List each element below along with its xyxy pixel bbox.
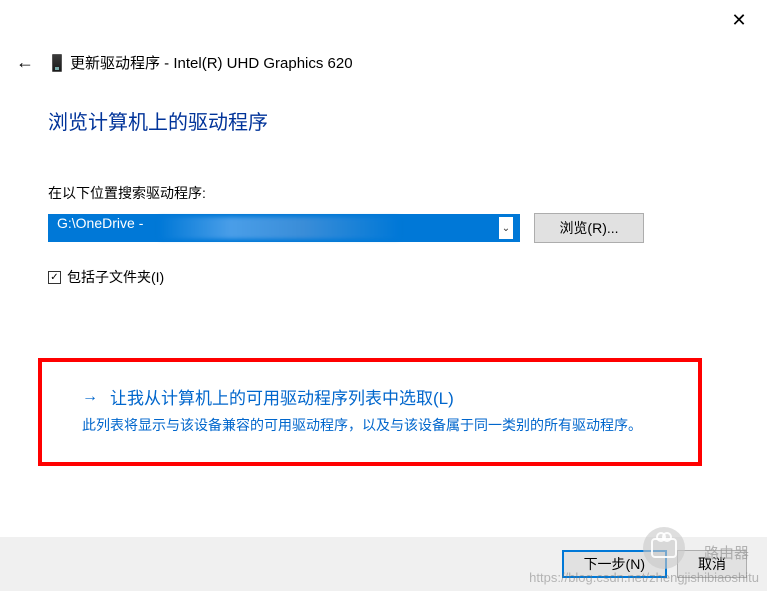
option-title: 让我从计算机上的可用驱动程序列表中选取(L) <box>110 384 454 409</box>
next-button[interactable]: 下一步(N) <box>562 550 667 578</box>
redacted-overlay <box>159 217 399 239</box>
dialog-header: ← 更新驱动程序 - Intel(R) UHD Graphics 620 <box>12 48 353 77</box>
title-prefix: 更新驱动程序 - <box>70 55 173 72</box>
page-heading: 浏览计算机上的驱动程序 <box>48 106 727 135</box>
search-row: G:\OneDrive - ⌄ 浏览(R)... <box>48 213 727 243</box>
close-icon: ✕ <box>731 10 746 31</box>
chevron-down-icon[interactable]: ⌄ <box>499 217 513 239</box>
dialog-content: 浏览计算机上的驱动程序 在以下位置搜索驱动程序: G:\OneDrive - ⌄… <box>48 106 727 287</box>
back-arrow-icon: ← <box>16 52 34 72</box>
path-combobox[interactable]: G:\OneDrive - ⌄ <box>48 214 520 242</box>
device-name: Intel(R) UHD Graphics 620 <box>173 55 352 72</box>
arrow-right-icon: → <box>82 388 98 406</box>
include-subfolders-label: 包括子文件夹(I) <box>67 267 164 287</box>
back-button[interactable]: ← <box>12 48 38 77</box>
option-description: 此列表将显示与该设备兼容的可用驱动程序，以及与该设备属于同一类别的所有驱动程序。 <box>82 415 658 436</box>
cancel-button[interactable]: 取消 <box>677 550 747 578</box>
dialog-title: 更新驱动程序 - Intel(R) UHD Graphics 620 <box>70 52 353 73</box>
title-row: 更新驱动程序 - Intel(R) UHD Graphics 620 <box>52 52 353 73</box>
option-title-row: → 让我从计算机上的可用驱动程序列表中选取(L) <box>82 384 658 409</box>
close-button[interactable]: ✕ <box>729 10 749 30</box>
dialog-footer: 下一步(N) 取消 <box>0 537 767 591</box>
include-subfolders-checkbox[interactable]: ✓ <box>48 271 61 284</box>
browse-button[interactable]: 浏览(R)... <box>534 213 644 243</box>
checkmark-icon: ✓ <box>50 272 58 283</box>
search-label: 在以下位置搜索驱动程序: <box>48 183 727 203</box>
path-value: G:\OneDrive - <box>57 215 143 231</box>
include-subfolders-row: ✓ 包括子文件夹(I) <box>48 267 727 287</box>
pick-from-list-option[interactable]: → 让我从计算机上的可用驱动程序列表中选取(L) 此列表将显示与该设备兼容的可用… <box>38 358 702 466</box>
device-icon <box>52 54 62 72</box>
